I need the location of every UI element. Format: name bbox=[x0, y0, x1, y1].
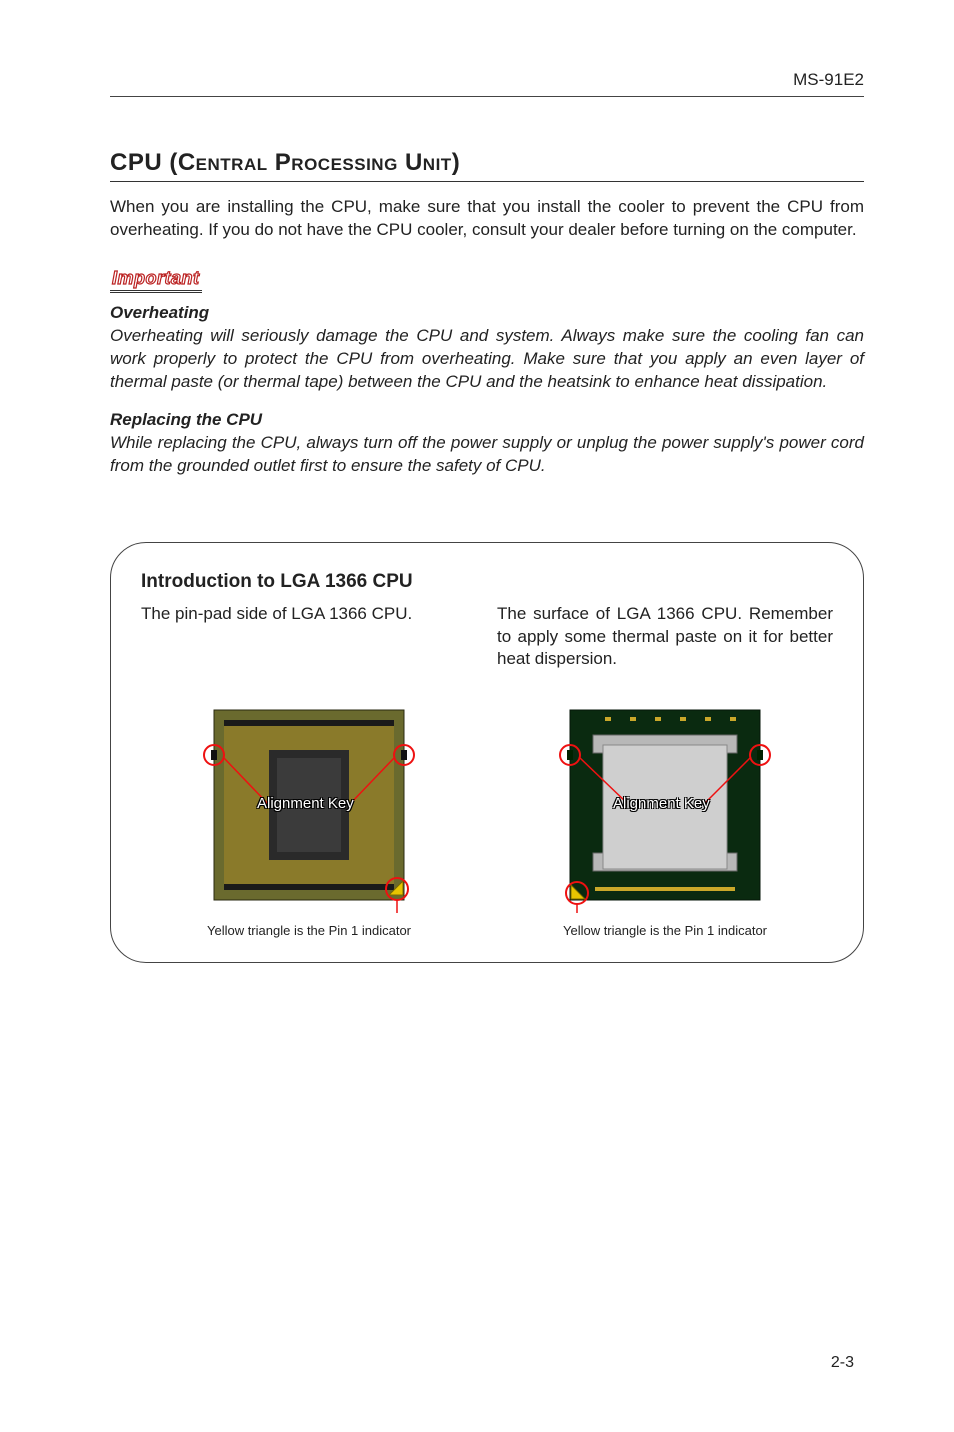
page-header: MS-91E2 bbox=[110, 70, 864, 97]
pin1-caption-left: Yellow triangle is the Pin 1 indicator bbox=[141, 923, 477, 938]
two-column-layout: The pin-pad side of LGA 1366 CPU. bbox=[141, 603, 833, 938]
box-title: Introduction to LGA 1366 CPU bbox=[141, 571, 833, 593]
left-caption: The pin-pad side of LGA 1366 CPU. bbox=[141, 603, 477, 677]
alignment-key-label-left: Alignment Key bbox=[257, 795, 354, 812]
title-smallcaps: Central Processing Unit bbox=[178, 149, 452, 176]
alignment-key-label-right: Alignment Key bbox=[613, 795, 710, 812]
cpu-surface-figure: Alignment Key bbox=[555, 695, 775, 915]
right-caption: The surface of LGA 1366 CPU. Remember to… bbox=[497, 603, 833, 677]
overheating-head: Overheating bbox=[110, 303, 864, 323]
page-number: 2-3 bbox=[831, 1354, 854, 1372]
left-column: The pin-pad side of LGA 1366 CPU. bbox=[141, 603, 477, 938]
title-suffix: ) bbox=[452, 149, 461, 176]
cpu-pinpad-figure: Alignment Key bbox=[199, 695, 419, 915]
content-area: CPU (Central Processing Unit) When you a… bbox=[110, 149, 864, 963]
pin1-caption-right: Yellow triangle is the Pin 1 indicator bbox=[497, 923, 833, 938]
intro-paragraph: When you are installing the CPU, make su… bbox=[110, 196, 864, 242]
title-prefix: CPU ( bbox=[110, 149, 178, 176]
lga-intro-box: Introduction to LGA 1366 CPU The pin-pad… bbox=[110, 542, 864, 963]
replacing-head: Replacing the CPU bbox=[110, 410, 864, 430]
doc-id: MS-91E2 bbox=[793, 70, 864, 89]
replacing-body: While replacing the CPU, always turn off… bbox=[110, 432, 864, 478]
page: MS-91E2 CPU (Central Processing Unit) Wh… bbox=[0, 0, 954, 1432]
overheating-body: Overheating will seriously damage the CP… bbox=[110, 325, 864, 394]
right-column: The surface of LGA 1366 CPU. Remember to… bbox=[497, 603, 833, 938]
section-title: CPU (Central Processing Unit) bbox=[110, 149, 864, 182]
important-badge: Important bbox=[110, 268, 202, 293]
